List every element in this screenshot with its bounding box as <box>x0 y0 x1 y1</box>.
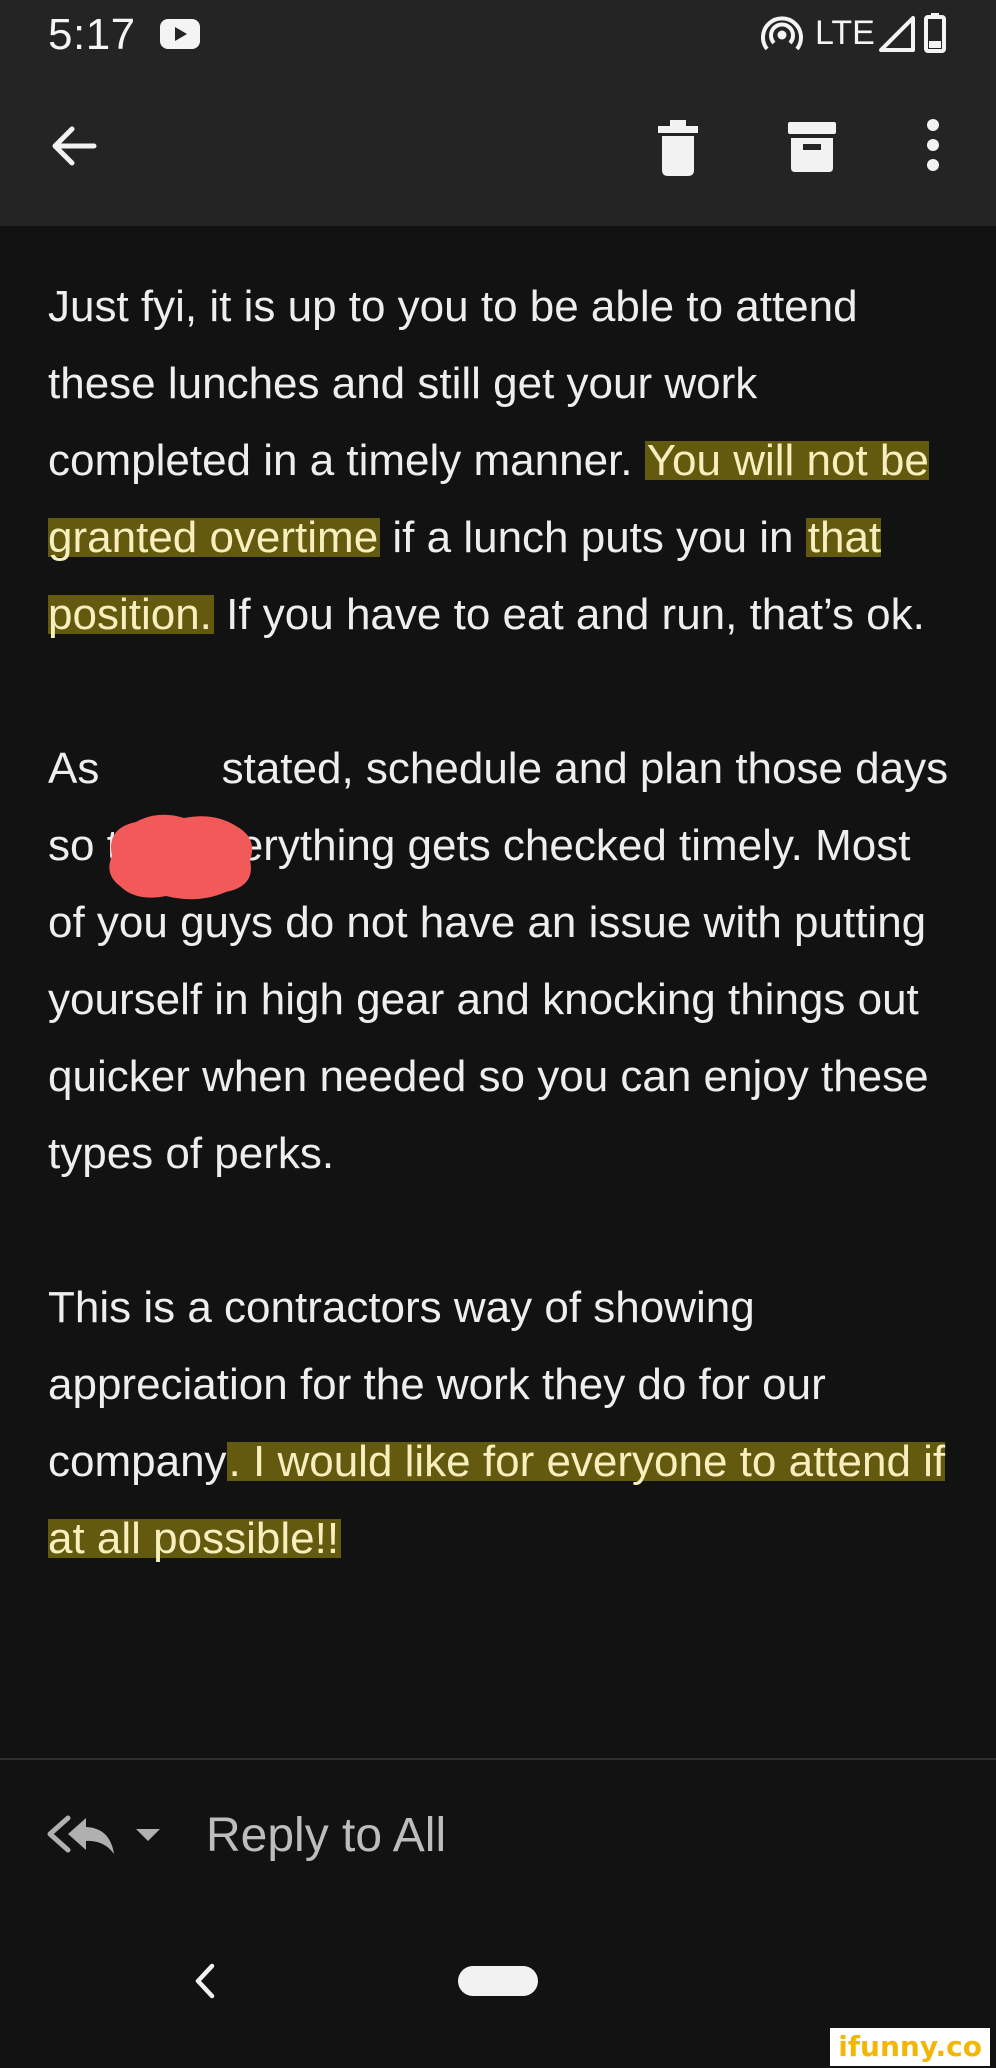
email-paragraph-3: This is a contractors way of showing app… <box>48 1269 958 1577</box>
nav-back-icon[interactable] <box>190 1960 220 2002</box>
signal-icon <box>879 16 915 52</box>
reply-all-button[interactable]: Reply to All <box>206 1808 446 1863</box>
reply-all-icon[interactable] <box>44 1812 118 1858</box>
youtube-icon <box>160 19 200 49</box>
email-toolbar <box>0 68 996 226</box>
battery-icon <box>924 13 946 53</box>
content-divider <box>0 1758 996 1760</box>
status-bar: 5:17 LTE <box>0 0 996 68</box>
network-type-label: LTE <box>815 14 875 52</box>
redaction-scribble <box>109 814 253 900</box>
redacted-name <box>99 744 221 793</box>
email-paragraph-2: As stated, schedule and plan those days … <box>48 730 958 1192</box>
more-vertical-icon[interactable] <box>916 118 950 174</box>
archive-icon[interactable] <box>786 118 838 174</box>
watermark-logo: ifunny.co <box>830 2028 990 2066</box>
text-segment: As <box>48 744 100 793</box>
email-body: Just fyi, it is up to you to be able to … <box>48 268 958 1654</box>
status-time: 5:17 <box>48 10 136 59</box>
trash-icon[interactable] <box>656 118 700 178</box>
text-segment: If you have to eat and run, that’s ok. <box>213 590 925 639</box>
email-paragraph-1: Just fyi, it is up to you to be able to … <box>48 268 958 653</box>
text-segment: if a lunch puts you in <box>380 513 806 562</box>
chevron-down-icon[interactable] <box>134 1826 162 1844</box>
email-screen: 5:17 LTE Just fyi, it is up to you to be… <box>0 0 996 2068</box>
home-pill[interactable] <box>458 1966 538 1996</box>
back-arrow-icon[interactable] <box>46 118 102 174</box>
hotspot-icon <box>761 16 803 51</box>
